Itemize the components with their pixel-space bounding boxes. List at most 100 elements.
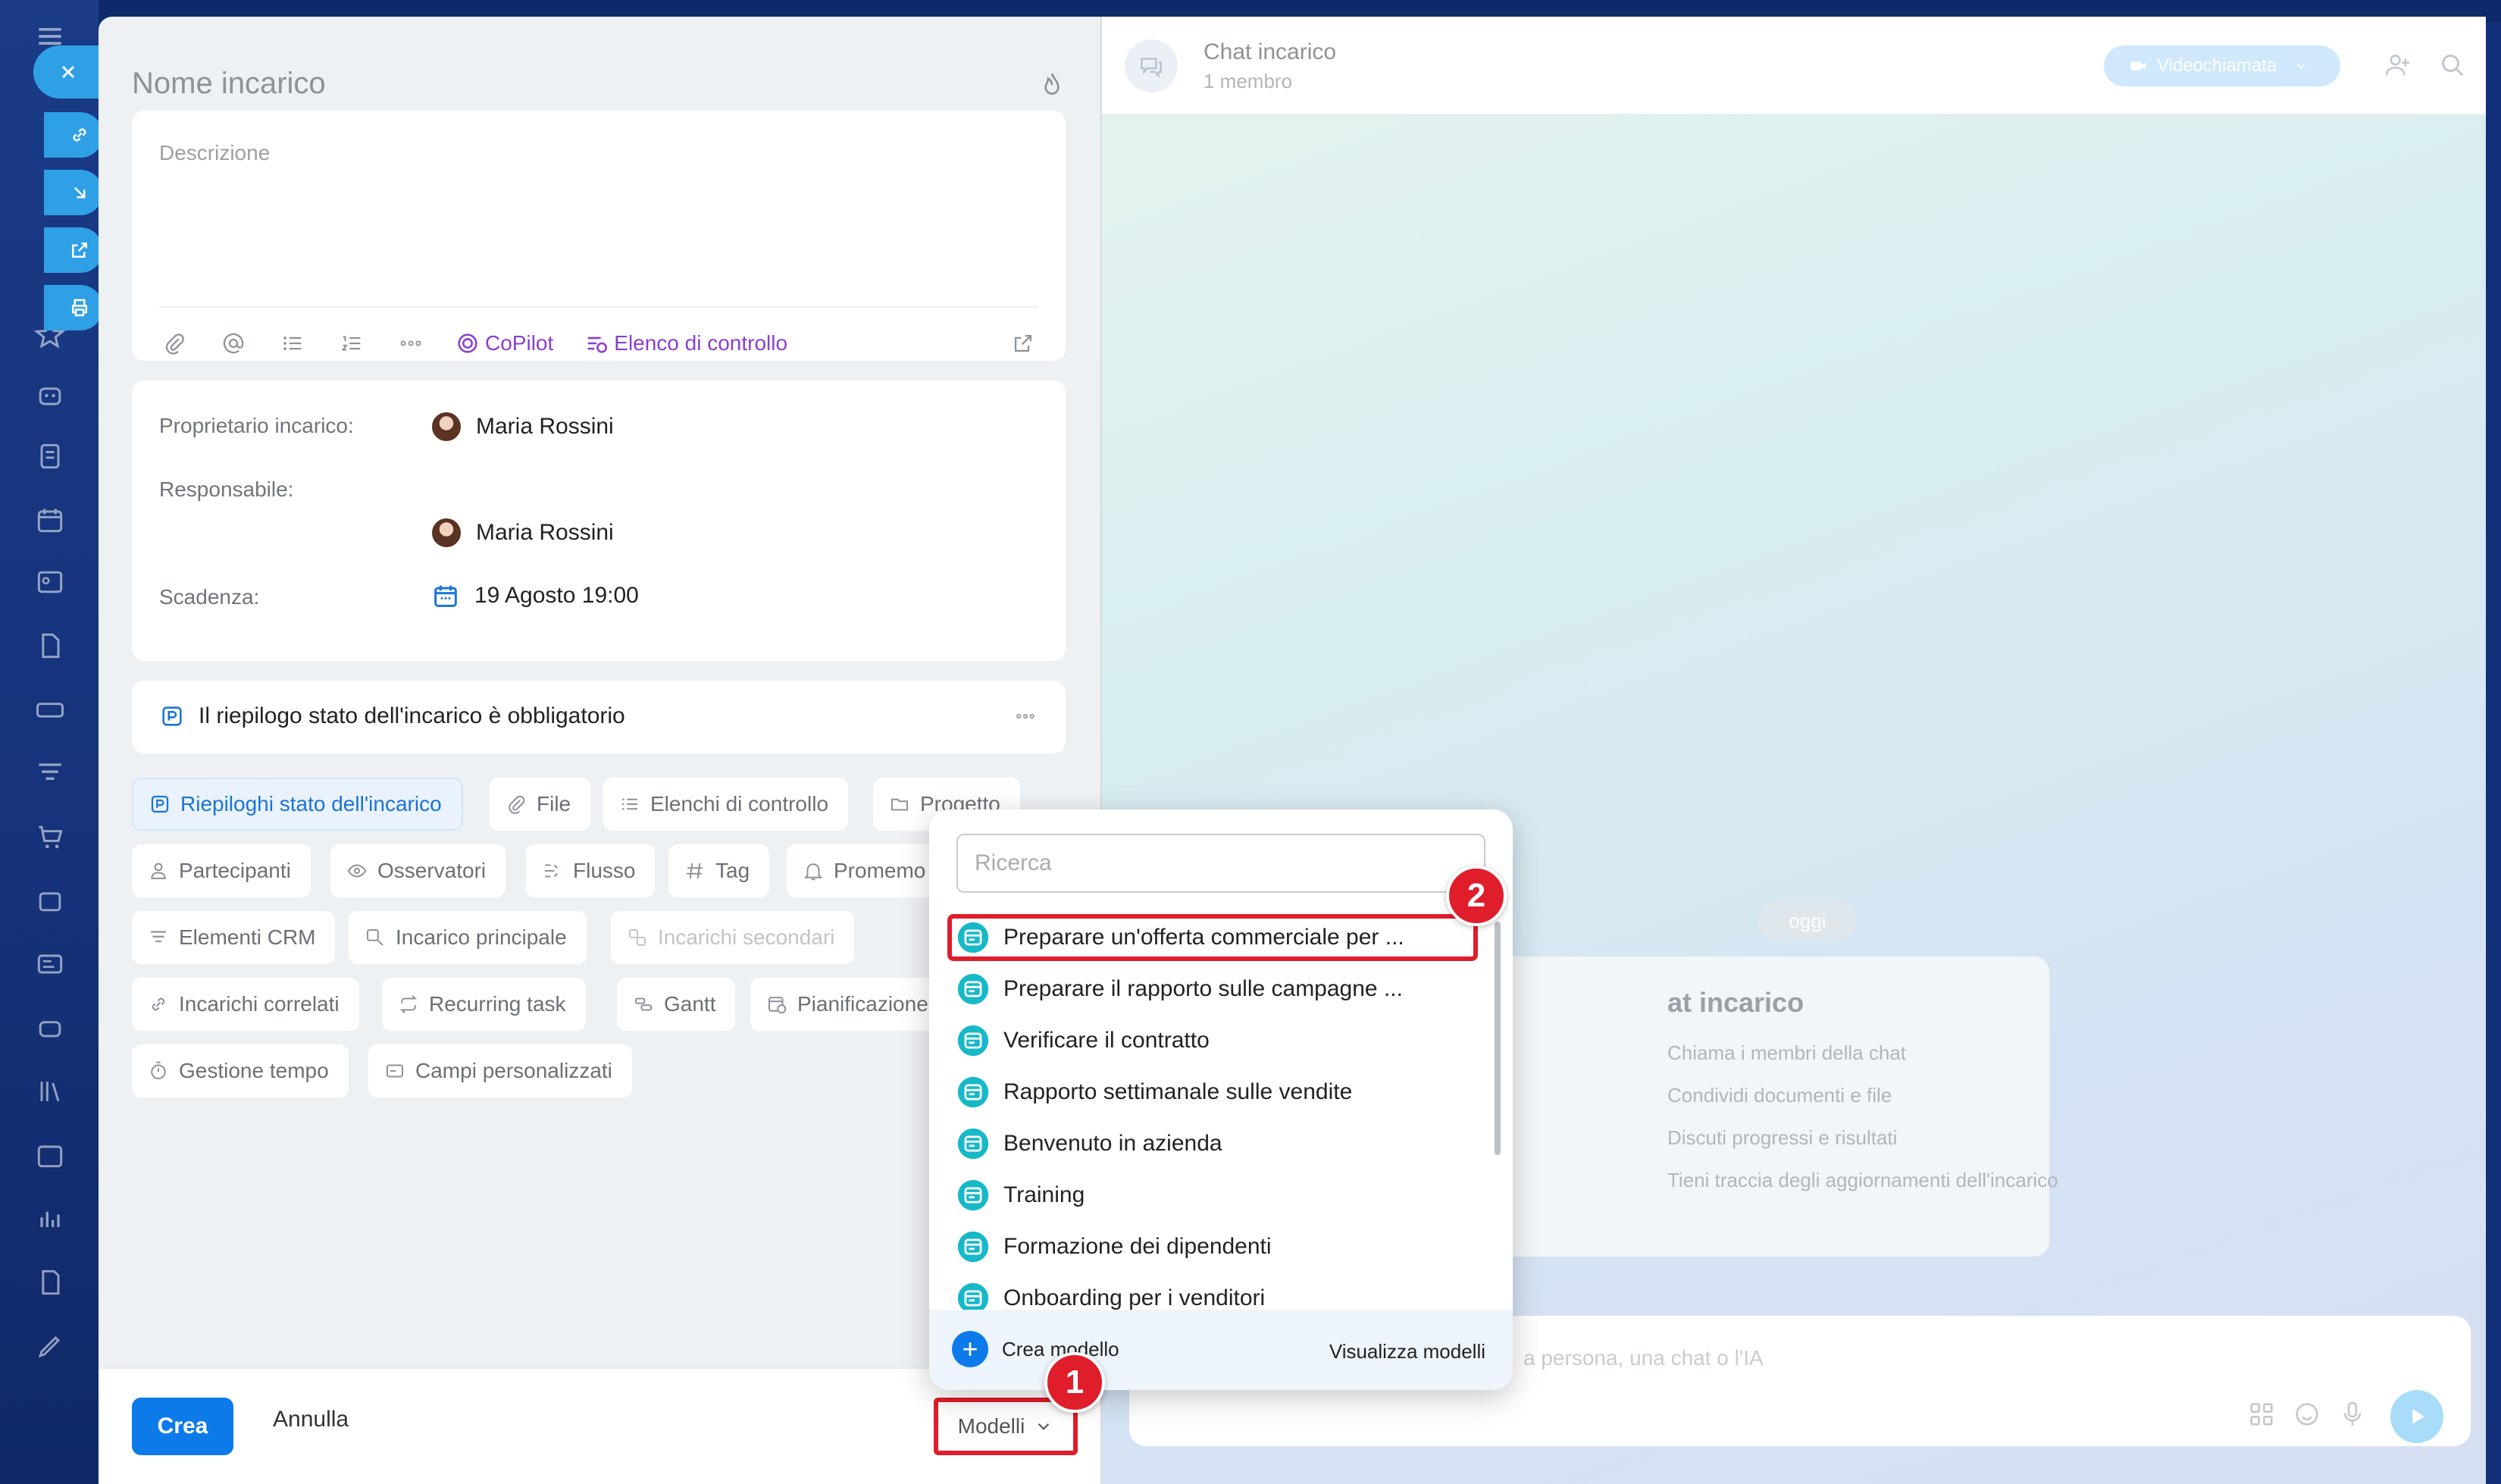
- chip-parent-task[interactable]: Incarico principale: [349, 911, 587, 964]
- chip-related-tasks[interactable]: Incarichi correlati: [132, 978, 359, 1031]
- chip-subtasks[interactable]: Incarichi secondari: [611, 911, 855, 964]
- chip-label: Partecipanti: [179, 859, 291, 882]
- apps-icon[interactable]: [2246, 1399, 2277, 1429]
- chip-flow[interactable]: Flusso: [526, 844, 656, 897]
- chat-members-count[interactable]: 1 membro: [1204, 70, 1292, 93]
- chip-files[interactable]: File: [490, 778, 591, 831]
- template-item[interactable]: Formazione dei dipendenti: [956, 1223, 1472, 1270]
- description-card: Descrizione CoPilot Elenco di controllo: [132, 111, 1066, 361]
- description-input[interactable]: Descrizione: [159, 141, 270, 165]
- pen-icon[interactable]: [33, 1329, 67, 1363]
- sign-icon[interactable]: [33, 1266, 67, 1299]
- more-icon[interactable]: [1013, 705, 1043, 728]
- crm-icon: [147, 926, 170, 949]
- chip-observers[interactable]: Osservatori: [330, 844, 506, 897]
- chip-recurring-task[interactable]: Recurring task: [382, 978, 586, 1031]
- view-templates-link[interactable]: Visualizza modelli: [1329, 1340, 1485, 1363]
- checklist-icon: [584, 330, 609, 356]
- library-icon[interactable]: [33, 1075, 67, 1108]
- flame-icon[interactable]: [1037, 70, 1067, 100]
- contact-icon[interactable]: [33, 565, 67, 599]
- chip-gantt[interactable]: Gantt: [617, 978, 736, 1031]
- robot-icon[interactable]: [33, 379, 67, 412]
- chip-reminder[interactable]: Promemo: [787, 844, 946, 897]
- close-slider-button[interactable]: [33, 45, 103, 99]
- task-title-input[interactable]: Nome incarico: [132, 67, 326, 101]
- chip-crm-items[interactable]: Elementi CRM: [132, 911, 336, 964]
- chip-tag[interactable]: Tag: [668, 844, 770, 897]
- minimize-button[interactable]: [44, 170, 103, 215]
- chip-label: Recurring task: [429, 992, 566, 1016]
- summary-icon: [149, 793, 171, 816]
- chat-icon: [1125, 39, 1178, 92]
- mention-icon[interactable]: [218, 328, 249, 358]
- template-item[interactable]: Preparare il rapporto sulle campagne ...: [956, 966, 1472, 1013]
- copilot-button[interactable]: CoPilot: [455, 330, 553, 356]
- card-icon[interactable]: [33, 947, 67, 981]
- chip-time-tracking[interactable]: Gestione tempo: [132, 1044, 349, 1097]
- chip-checklists[interactable]: Elenchi di controllo: [603, 778, 849, 831]
- drive-icon[interactable]: [33, 693, 67, 726]
- template-icon: [956, 1230, 990, 1263]
- cancel-button[interactable]: Annulla: [273, 1407, 349, 1432]
- parent-task-icon: [364, 926, 387, 949]
- add-user-icon[interactable]: [2383, 50, 2413, 80]
- copy-link-button[interactable]: [44, 112, 103, 158]
- chip-label: Incarico principale: [396, 925, 567, 949]
- message-input[interactable]: a persona, una chat o l'IA: [1523, 1346, 1764, 1370]
- document-icon[interactable]: [33, 440, 67, 473]
- owner-selector[interactable]: Maria Rossini: [430, 411, 614, 443]
- chip-label: Incarichi secondari: [658, 925, 835, 949]
- deadline-label: Scadenza:: [159, 585, 260, 609]
- paperclip-icon[interactable]: [159, 328, 189, 358]
- eye-icon: [346, 859, 368, 882]
- bot-icon[interactable]: [33, 1011, 67, 1044]
- open-new-window-button[interactable]: [44, 227, 103, 273]
- template-item[interactable]: Rapporto settimanale sulle vendite: [956, 1069, 1472, 1116]
- person-icon: [147, 859, 170, 882]
- flow-icon: [541, 859, 564, 882]
- microphone-icon[interactable]: [2337, 1399, 2368, 1429]
- assignee-selector[interactable]: Maria Rossini: [430, 517, 614, 549]
- create-button[interactable]: Crea: [132, 1398, 233, 1455]
- expand-editor-icon[interactable]: [1008, 328, 1038, 358]
- template-item[interactable]: Verificare il contratto: [956, 1017, 1472, 1064]
- step-badge-1: 1: [1044, 1352, 1105, 1413]
- step-badge-2: 2: [1446, 866, 1507, 926]
- chip-planning[interactable]: Pianificazione: [750, 978, 948, 1031]
- info-title: at incarico: [1667, 987, 1805, 1018]
- numbered-list-icon[interactable]: [336, 328, 367, 358]
- cart-icon[interactable]: [33, 820, 67, 853]
- editor-toolbar: CoPilot Elenco di controllo: [159, 324, 1038, 362]
- chip-status-summaries[interactable]: Riepiloghi stato dell'incarico: [132, 778, 463, 831]
- template-search-input[interactable]: [958, 835, 1484, 891]
- checklist-button[interactable]: Elenco di controllo: [584, 330, 787, 356]
- chat-header: Chat incarico 1 membro Videochiamata: [1102, 17, 2486, 115]
- template-item[interactable]: Training: [956, 1172, 1472, 1219]
- chevron-down-icon: [1034, 1417, 1053, 1436]
- calendar-icon[interactable]: [33, 503, 67, 537]
- deadline-picker[interactable]: 19 Agosto 19:00: [430, 581, 639, 611]
- checklist-icon: [618, 793, 641, 816]
- send-button[interactable]: [2390, 1390, 2443, 1443]
- scrollbar[interactable]: [1495, 922, 1501, 1155]
- template-item[interactable]: Preparare un'offerta commerciale per ...: [947, 914, 1478, 961]
- funnel-icon[interactable]: [33, 756, 67, 790]
- search-icon[interactable]: [2437, 50, 2468, 80]
- more-icon[interactable]: [396, 328, 426, 358]
- store-icon[interactable]: [33, 884, 67, 917]
- chip-participants[interactable]: Partecipanti: [132, 844, 311, 897]
- analytics-icon[interactable]: [33, 1202, 67, 1235]
- subtask-icon: [626, 926, 649, 949]
- video-call-button[interactable]: Videochiamata: [2104, 45, 2340, 86]
- schedule-icon[interactable]: [33, 1138, 67, 1172]
- template-item[interactable]: Benvenuto in azienda: [956, 1120, 1472, 1167]
- emoji-icon[interactable]: [2292, 1399, 2322, 1429]
- chip-custom-fields[interactable]: Campi personalizzati: [368, 1044, 632, 1097]
- template-search-field[interactable]: [956, 834, 1485, 893]
- fields-icon: [383, 1060, 406, 1082]
- bullet-list-icon[interactable]: [277, 328, 308, 358]
- print-button[interactable]: [44, 285, 103, 330]
- file-icon[interactable]: [33, 629, 67, 662]
- templates-dropdown: Preparare un'offerta commerciale per ...…: [929, 809, 1513, 1390]
